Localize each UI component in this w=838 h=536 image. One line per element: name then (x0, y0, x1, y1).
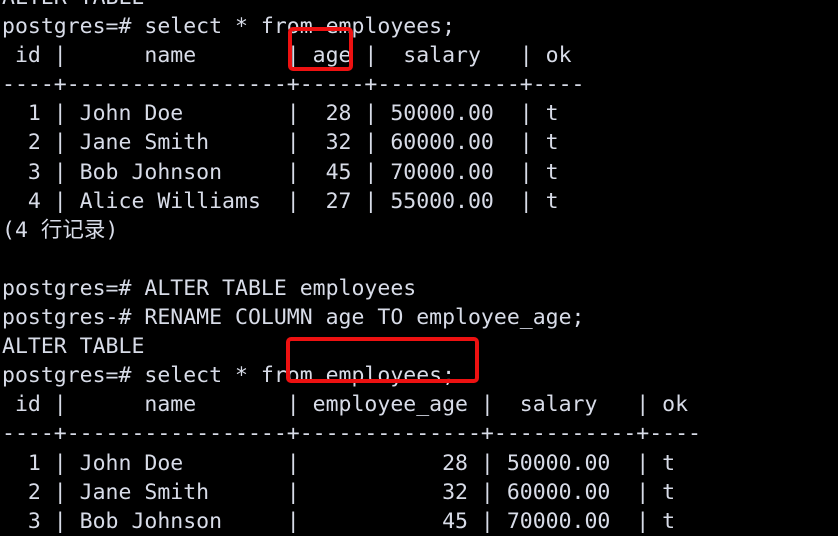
table-after-header: id | name | employee_age | salary | ok (2, 392, 689, 418)
table-row: 1 | John Doe | 28 | 50000.00 | t (2, 101, 559, 127)
table-before-header: id | name | age | salary | ok (2, 43, 572, 69)
table-before-row-count: (4 行记录) (2, 217, 119, 243)
terminal-line-prompt-select-after: postgres=# select * from employees; (2, 363, 456, 389)
table-row: 3 | Bob Johnson | 45 | 70000.00 | t (2, 159, 559, 185)
table-row: 4 | Alice Williams | 27 | 55000.00 | t (2, 188, 559, 214)
table-row: 1 | John Doe | 28 | 50000.00 | t (2, 450, 676, 476)
table-before-separator: ----+-----------------+-----+-----------… (2, 72, 585, 98)
terminal-line-prompt-select-before: postgres=# select * from employees; (2, 14, 456, 40)
terminal-line-alter-table-result-top: ALTER TABLE (0, 0, 838, 12)
terminal-window[interactable]: ALTER TABLE postgres=# select * from emp… (0, 0, 838, 536)
table-row: 3 | Bob Johnson | 45 | 70000.00 | t (2, 508, 676, 534)
table-after-separator: ----+-----------------+--------------+--… (2, 421, 701, 447)
table-row: 2 | Jane Smith | 32 | 60000.00 | t (2, 479, 676, 505)
terminal-line-alter-table-result: ALTER TABLE (2, 334, 145, 360)
terminal-screen[interactable]: ALTER TABLE postgres=# select * from emp… (0, 0, 838, 536)
terminal-line-rename-column-command: postgres-# RENAME COLUMN age TO employee… (2, 305, 585, 331)
terminal-line-alter-table-command: postgres=# ALTER TABLE employees (2, 275, 417, 301)
table-row: 2 | Jane Smith | 32 | 60000.00 | t (2, 130, 559, 156)
